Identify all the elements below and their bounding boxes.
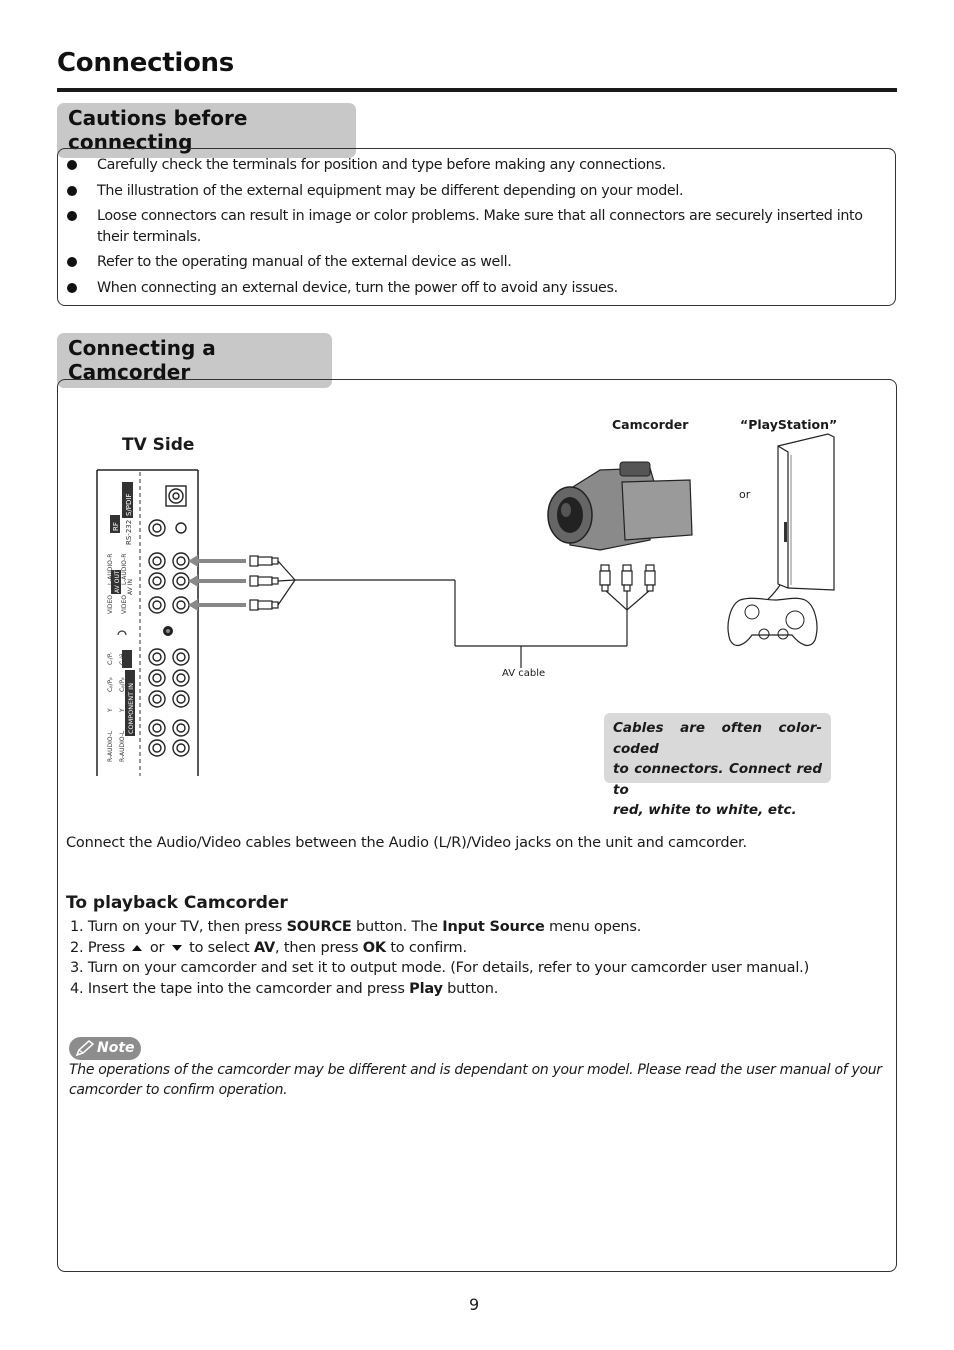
bullet-icon	[67, 160, 77, 170]
connection-instruction: Connect the Audio/Video cables between t…	[66, 835, 747, 851]
component-in-label: COMPONENT IN	[127, 683, 135, 734]
playstation-icon	[727, 433, 835, 647]
step-1: 1. Turn on your TV, then press SOURCE bu…	[70, 919, 642, 935]
caution-item: When connecting an external device, turn…	[58, 278, 895, 299]
y-label-2: Y	[107, 708, 114, 713]
video-in-label: VIDEO	[121, 595, 128, 614]
y-label-1: Y	[119, 708, 126, 713]
or-label: or	[739, 488, 751, 501]
arrow-up-icon	[132, 944, 143, 951]
video-out-label: VIDEO	[107, 595, 114, 614]
component-1-label: 1	[115, 664, 123, 668]
connection-arrows	[188, 555, 246, 611]
cautions-box: Carefully check the terminals for positi…	[57, 148, 896, 306]
cautions-list: Carefully check the terminals for positi…	[58, 155, 895, 303]
av-plugs-camcorder	[599, 564, 656, 592]
cb-pb-label-2: Cᵦ/Pᵦ	[107, 677, 114, 692]
rf-label: RF	[112, 522, 120, 531]
component-2-label: 2	[115, 654, 123, 658]
bullet-icon	[67, 257, 77, 267]
playstation-label: “PlayStation”	[740, 417, 838, 432]
av-plugs-tv	[249, 555, 279, 611]
av-cable-label: AV cable	[502, 668, 546, 679]
playback-steps: 1. Turn on your TV, then press SOURCE bu…	[70, 917, 809, 999]
av-cable	[277, 560, 651, 668]
audio-l-label-2: R-AUDIO-L	[107, 730, 114, 762]
tv-side-panel: S/PDIF RF RS-232 AV OUT L-AUDIO-R L-AUDI…	[96, 469, 199, 776]
step-2: 2. Press or to select AV, then press OK …	[70, 939, 467, 956]
camcorder-label: Camcorder	[612, 417, 689, 432]
color-coding-tip: Cables are often color-coded to connecto…	[604, 713, 831, 818]
page-number: 9	[469, 1295, 480, 1314]
bullet-icon	[67, 282, 77, 293]
cb-pb-label-1: Cᵦ/Pᵦ	[119, 677, 126, 692]
audio-out-label: L-AUDIO-R	[107, 554, 114, 585]
caution-item: The illustration of the external equipme…	[58, 181, 895, 202]
step-4: 4. Insert the tape into the camcorder an…	[70, 980, 499, 997]
caution-item: Carefully check the terminals for positi…	[58, 155, 895, 176]
camcorder-icon	[547, 461, 693, 551]
step-3: 3. Turn on your camcorder and set it to …	[70, 960, 810, 976]
arrow-down-icon	[171, 944, 182, 951]
playback-heading: To playback Camcorder	[66, 893, 288, 913]
page-title: Connections	[57, 48, 234, 78]
caution-item: Loose connectors can result in image or …	[58, 206, 895, 247]
av-in-label: AV IN	[127, 579, 134, 595]
bullet-icon	[67, 185, 77, 196]
title-divider	[57, 88, 897, 92]
av-out-label: AV OUT	[114, 570, 121, 593]
note-badge: Note	[69, 1037, 141, 1060]
rs232-label: RS-232	[125, 520, 133, 545]
caution-item: Refer to the operating manual of the ext…	[58, 252, 895, 273]
bullet-icon	[67, 211, 77, 221]
headphone-icon	[117, 630, 127, 636]
audio-l-label-1: R-AUDIO-L	[119, 730, 126, 762]
spdif-label: S/PDIF	[125, 493, 133, 516]
cr-pr-label-2: Cᵣ/Pᵣ	[107, 652, 114, 665]
pencil-icon	[75, 1040, 95, 1057]
note-text: The operations of the camcorder may be d…	[69, 1062, 882, 1098]
